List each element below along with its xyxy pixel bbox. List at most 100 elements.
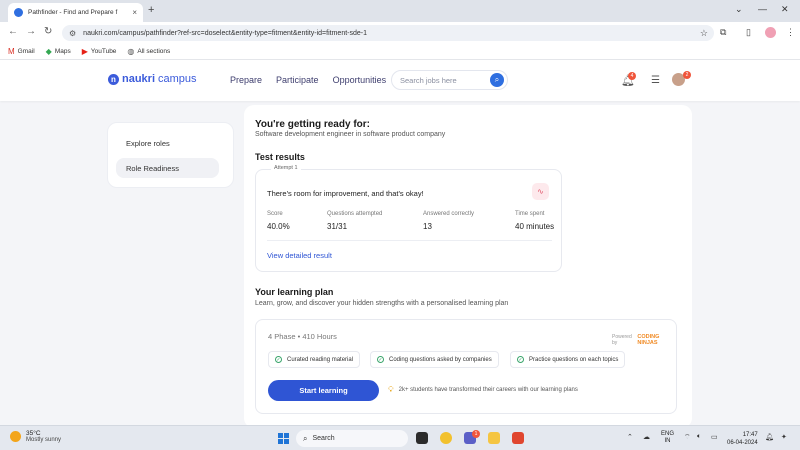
sidebar-item-explore-roles[interactable]: Explore roles <box>116 133 219 153</box>
reload-icon[interactable]: ↻ <box>44 26 52 37</box>
minimize-icon[interactable]: — <box>758 4 767 14</box>
gmail-icon: M <box>8 47 15 56</box>
naukri-campus-logo[interactable]: n naukri campus <box>108 73 197 85</box>
notification-badge: 4 <box>628 72 636 80</box>
site-header: n naukri campus Prepare Participate Oppo… <box>0 60 800 101</box>
attempt-label: Attempt 1 <box>271 165 301 171</box>
language-indicator[interactable]: ENG IN <box>661 431 674 445</box>
check-circle-icon: ✓ <box>377 356 384 363</box>
back-icon[interactable]: ← <box>8 26 18 37</box>
bookmark-maps[interactable]: ◆ Maps <box>46 47 71 56</box>
volume-icon[interactable]: 🔈︎ <box>697 433 701 441</box>
copilot-icon[interactable]: ✦ <box>781 433 787 441</box>
sidebar-item-role-readiness[interactable]: Role Readiness <box>116 158 219 178</box>
bookmark-gmail[interactable]: M Gmail <box>8 47 35 56</box>
logo-sub: campus <box>158 73 197 85</box>
bookmark-label: YouTube <box>90 48 117 55</box>
weather-widget[interactable]: 35°C Mostly sunny <box>10 430 61 443</box>
bookmark-label: All sections <box>137 48 171 55</box>
check-circle-icon: ✓ <box>275 356 282 363</box>
close-window-icon[interactable]: ✕ <box>781 4 789 15</box>
bookmark-star-icon[interactable]: ☆ <box>700 28 708 39</box>
new-tab-button[interactable]: + <box>148 4 154 16</box>
role-subtitle: Software development engineer in softwar… <box>255 131 446 138</box>
brave-icon[interactable] <box>512 432 524 444</box>
stat-questions-attempted: Questions attempted 31/31 <box>327 211 382 231</box>
start-learning-button[interactable]: Start learning <box>268 380 379 401</box>
main-content-card: You're getting ready for: Software devel… <box>244 105 692 428</box>
hamburger-menu-icon[interactable]: ☰ <box>651 75 660 86</box>
notification-icon[interactable]: 🔔︎ <box>765 433 774 441</box>
chevron-down-icon[interactable]: ⌄ <box>735 4 743 15</box>
coding-ninjas-logo: CODING NINJAS <box>637 334 660 346</box>
site-info-icon[interactable]: ⚙ <box>69 29 76 38</box>
maps-icon: ◆ <box>45 47 52 56</box>
region-code: IN <box>664 438 671 444</box>
windows-start-icon[interactable] <box>278 433 289 444</box>
extensions-icon[interactable]: ⧉ <box>720 27 726 38</box>
taskbar-search[interactable]: ⌕ Search <box>296 430 408 447</box>
url-text: naukri.com/campus/pathfinder?ref-src=dos… <box>83 29 367 37</box>
logo-brand: naukri <box>122 73 156 85</box>
taskbar-search-label: Search <box>312 435 335 442</box>
youtube-icon: ▶ <box>81 47 88 56</box>
file-explorer-icon[interactable] <box>488 432 500 444</box>
bookmark-all-sections[interactable]: ◍ All sections <box>127 47 170 56</box>
nav-participate[interactable]: Participate <box>276 75 319 85</box>
address-bar-row: ← → ↻ ⚙ naukri.com/campus/pathfinder?ref… <box>0 22 800 44</box>
wifi-icon[interactable]: ⌔ <box>684 433 691 442</box>
stat-label: Time spent <box>515 211 545 217</box>
stat-value: 40 minutes <box>515 222 555 231</box>
pulse-icon: ∿ <box>532 183 549 200</box>
nav-opportunities[interactable]: Opportunities <box>333 75 387 85</box>
stat-label: Questions attempted <box>327 211 383 217</box>
stat-value: 13 <box>423 222 432 231</box>
chevron-up-icon[interactable]: ⌃ <box>627 433 633 441</box>
battery-icon[interactable]: ▭ <box>711 433 718 441</box>
improvement-message: There's room for improvement, and that's… <box>267 189 424 198</box>
clock[interactable]: 17:47 06-04-2024 <box>727 431 758 447</box>
learning-plan-heading: Your learning plan <box>255 287 334 297</box>
bookmarks-bar: M Gmail ◆ Maps ▶ YouTube ◍ All sections <box>0 44 800 60</box>
stat-value: 31/31 <box>327 222 348 231</box>
temperature: 35°C <box>26 430 41 437</box>
job-search-input[interactable]: Search jobs here ⌕ <box>391 70 508 90</box>
divider <box>267 240 552 241</box>
url-field[interactable]: ⚙ naukri.com/campus/pathfinder?ref-src=d… <box>62 25 714 41</box>
search-icon[interactable]: ⌕ <box>490 73 504 87</box>
cloud-icon[interactable]: ☁ <box>643 433 650 441</box>
learning-plan-card: 4 Phase • 410 Hours Powered by CODING NI… <box>255 319 677 414</box>
stat-answered-correctly: Answered correctly 13 <box>423 211 474 231</box>
browser-tab-bar: Pathfinder - Find and Prepare f × + ⌄ — … <box>0 0 800 22</box>
feature-chip-practice: ✓ Practice questions on each topics <box>510 351 626 368</box>
view-detailed-result-link[interactable]: View detailed result <box>267 251 332 260</box>
more-menu-icon[interactable]: ⋮ <box>786 27 795 38</box>
chip-label: Curated reading material <box>287 356 354 363</box>
powered-by: Powered by CODING NINJAS <box>612 334 676 346</box>
nav-prepare[interactable]: Prepare <box>230 75 262 85</box>
profile-icon[interactable] <box>765 27 776 38</box>
tab-close-icon[interactable]: × <box>132 8 137 17</box>
left-sidebar: Explore roles Role Readiness <box>107 122 234 188</box>
tab-title: Pathfinder - Find and Prepare f <box>28 9 118 16</box>
task-view-icon[interactable] <box>416 432 428 444</box>
side-panel-icon[interactable]: ▯ <box>746 27 751 38</box>
browser-tab[interactable]: Pathfinder - Find and Prepare f × <box>8 3 143 22</box>
search-icon: ⌕ <box>303 433 308 443</box>
bookmark-label: Gmail <box>17 48 35 55</box>
sun-icon <box>10 431 21 442</box>
test-results-heading: Test results <box>255 152 305 162</box>
learning-tip: 💡︎ 2k+ students have transformed their c… <box>388 385 578 395</box>
naukri-logo-icon: n <box>108 73 119 85</box>
check-circle-icon: ✓ <box>517 356 524 363</box>
time: 17:47 <box>742 432 758 438</box>
phase-info: 4 Phase • 410 Hours <box>268 332 337 341</box>
stat-value: 40.0% <box>267 222 290 231</box>
chrome-icon[interactable] <box>440 432 452 444</box>
teams-badge: 1 <box>472 430 480 438</box>
forward-icon[interactable]: → <box>26 26 36 37</box>
bookmark-label: Maps <box>54 48 71 55</box>
weather-condition: Mostly sunny <box>26 437 62 443</box>
windows-taskbar: 35°C Mostly sunny ⌕ Search 1 ⌃ ☁ ENG IN … <box>0 425 800 450</box>
bookmark-youtube[interactable]: ▶ YouTube <box>82 47 117 56</box>
